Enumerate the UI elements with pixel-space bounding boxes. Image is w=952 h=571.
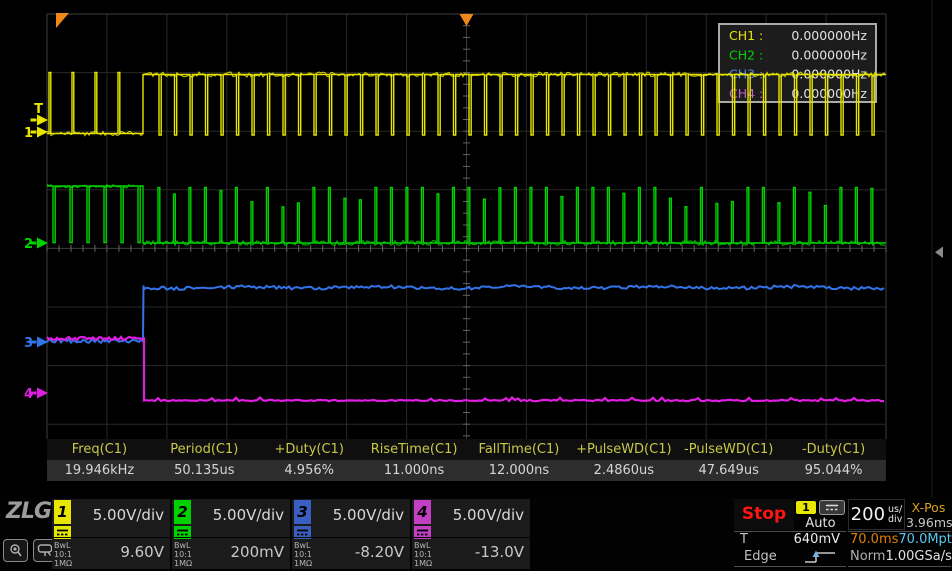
x-position[interactable]: X-Pos 3.96ms xyxy=(906,499,951,530)
channel-1-dc-coupling-icon xyxy=(54,526,71,539)
ch3-position-marker[interactable] xyxy=(31,337,49,348)
trigger-level-row[interactable]: T 640mV xyxy=(734,531,846,547)
x-position-value: 3.96ms xyxy=(906,515,951,530)
channel-3-probe-info: BwL10:11MΩ xyxy=(294,541,312,568)
channel-1-vertical-offset[interactable]: 9.60V xyxy=(120,543,164,561)
freq-counter-value-ch1: 0.000000Hz xyxy=(791,28,867,43)
channel-2-probe-info: BwL10:11MΩ xyxy=(174,541,192,568)
channel-4-vertical-scale[interactable]: 5.00V/div xyxy=(453,506,524,524)
channel-4-probe-info: BwL10:11MΩ xyxy=(414,541,432,568)
acquisition-mode: Norm xyxy=(850,548,885,566)
measurement-values-row: 19.946kHz50.135us4.956%11.000ns12.000ns2… xyxy=(47,460,886,481)
channel-3-vertical-scale[interactable]: 5.00V/div xyxy=(333,506,404,524)
measurement-value-7: 47.649us xyxy=(676,460,781,481)
oscilloscope-screen: CH1 :0.000000HzCH2 :0.000000HzCH3 :0.000… xyxy=(0,0,952,571)
channel-2-vertical-offset[interactable]: 200mV xyxy=(230,543,284,561)
measurement-label-2[interactable]: Period(C1) xyxy=(152,439,257,460)
measurement-value-4: 11.000ns xyxy=(362,460,467,481)
measurement-value-5: 12.000ns xyxy=(467,460,572,481)
trigger-mode[interactable]: Auto xyxy=(795,516,846,531)
trigger-position-marker[interactable] xyxy=(460,14,474,26)
trigger-level-value: 640mV xyxy=(794,532,840,547)
measurement-value-1: 19.946kHz xyxy=(47,460,152,481)
timebase-unit-bottom: div xyxy=(888,515,902,525)
channel-1-probe-info: BwL10:11MΩ xyxy=(54,541,72,568)
sample-rate: 1.00GSa/s xyxy=(885,548,951,566)
measurement-label-5[interactable]: FallTime(C1) xyxy=(467,439,572,460)
measurement-value-2: 50.135us xyxy=(152,460,257,481)
measurement-label-7[interactable]: -PulseWD(C1) xyxy=(676,439,781,460)
acquisition-row: Norm 1.00GSa/s xyxy=(848,548,951,567)
trigger-coupling-badge xyxy=(819,500,845,515)
channel-cell-1[interactable]: 1 BwL10:11MΩ 5.00V/div 9.60V xyxy=(52,499,170,569)
measurement-label-3[interactable]: +Duty(C1) xyxy=(257,439,362,460)
x-position-label: X-Pos xyxy=(906,500,951,515)
channel-2-badge[interactable]: 2 xyxy=(174,500,191,524)
freq-counter-label-ch2: CH2 : xyxy=(729,47,763,62)
menu-collapse-arrow[interactable] xyxy=(935,247,943,259)
channel-cell-4[interactable]: 4 BwL10:11MΩ 5.00V/div -13.0V xyxy=(412,499,530,569)
channel-4-vertical-offset[interactable]: -13.0V xyxy=(475,543,524,561)
trigger-level-label: T xyxy=(740,532,748,547)
acquisition-status[interactable]: Stop xyxy=(734,499,794,530)
rising-edge-icon xyxy=(802,550,838,565)
record-time: 70.0ms xyxy=(850,532,898,547)
ch4-position-marker[interactable] xyxy=(31,388,49,399)
waveform-ch4 xyxy=(47,337,884,401)
waveform-display: CH1 :0.000000HzCH2 :0.000000HzCH3 :0.000… xyxy=(0,0,952,497)
channel-3-badge[interactable]: 3 xyxy=(294,500,311,524)
touch-buttons xyxy=(3,539,58,562)
trigger-level-marker[interactable] xyxy=(31,115,49,126)
measurement-value-8: 95.044% xyxy=(781,460,886,481)
trigger-level-marker-label: T xyxy=(34,102,43,117)
ch2-position-marker[interactable] xyxy=(31,238,49,249)
freq-counter-value-ch2: 0.000000Hz xyxy=(791,47,867,62)
ch1-position-marker[interactable] xyxy=(31,127,49,138)
channel-3-dc-coupling-icon xyxy=(294,526,311,539)
brand-logo-text: ZLG xyxy=(6,499,51,524)
channel-1-vertical-scale[interactable]: 5.00V/div xyxy=(93,506,164,524)
touch-gesture-button[interactable] xyxy=(3,539,28,562)
measurement-label-1[interactable]: Freq(C1) xyxy=(47,439,152,460)
measurement-label-4[interactable]: RiseTime(C1) xyxy=(362,439,467,460)
channel-4-dc-coupling-icon xyxy=(414,526,431,539)
trigger-source-area[interactable]: 1 Auto xyxy=(795,499,846,530)
timebase-scale[interactable]: 200 us/ div xyxy=(848,499,905,530)
dc-coupling-icon xyxy=(824,502,840,513)
record-info-row: 70.0ms 70.0Mpts xyxy=(848,531,951,547)
channel-2-vertical-scale[interactable]: 5.00V/div xyxy=(213,506,284,524)
channel-1-badge[interactable]: 1 xyxy=(54,500,71,524)
touch-icon xyxy=(8,543,24,558)
trigger-position-left-indicator[interactable] xyxy=(56,13,69,28)
timebase-scale-unit: us/ div xyxy=(888,505,902,524)
timebase-box: 200 us/ div X-Pos 3.96ms 70.0ms 70.0Mpts… xyxy=(848,499,951,569)
measurement-value-6: 2.4860us xyxy=(571,460,676,481)
measurement-labels-row: Freq(C1)Period(C1)+Duty(C1)RiseTime(C1)F… xyxy=(47,439,886,460)
trigger-type-row[interactable]: Edge xyxy=(734,548,846,567)
channel-2-dc-coupling-icon xyxy=(174,526,191,539)
bottom-status-bar: ZLG® 1BwL10:11MΩ5.00V/div9.60V2BwL10:11M… xyxy=(0,497,952,571)
channel-4-badge[interactable]: 4 xyxy=(414,500,431,524)
freq-counter-label-ch1: CH1 : xyxy=(729,28,763,43)
trigger-status-box: Stop 1 Auto T 640mV Edge xyxy=(734,499,846,569)
waveform-ch3 xyxy=(47,285,884,343)
channel-cell-2[interactable]: 2 BwL10:11MΩ 5.00V/div 200mV xyxy=(172,499,290,569)
timebase-scale-value: 200 xyxy=(851,504,885,525)
trigger-type-label: Edge xyxy=(744,548,777,566)
measurement-label-8[interactable]: -Duty(C1) xyxy=(781,439,886,460)
measurement-label-6[interactable]: +PulseWD(C1) xyxy=(571,439,676,460)
measurement-value-3: 4.956% xyxy=(257,460,362,481)
trigger-source-badge[interactable]: 1 xyxy=(796,501,816,514)
record-points: 70.0Mpts xyxy=(898,532,952,547)
channel-3-vertical-offset[interactable]: -8.20V xyxy=(355,543,404,561)
channel-cell-3[interactable]: 3 BwL10:11MΩ 5.00V/div -8.20V xyxy=(292,499,410,569)
